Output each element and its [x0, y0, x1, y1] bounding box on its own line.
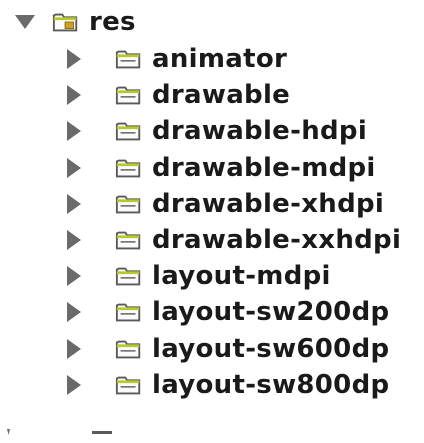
resource-folder-icon	[52, 10, 80, 34]
tree-item-label: layout-mdpi	[152, 261, 331, 292]
collapsed-triangle-icon[interactable]	[61, 227, 87, 253]
tree-item[interactable]: drawable-mdpi	[61, 151, 376, 185]
tree-item[interactable]: layout-mdpi	[61, 259, 331, 293]
tree-item-label: drawable-xhdpi	[152, 188, 385, 219]
tree-item[interactable]: layout-sw800dp	[61, 368, 389, 402]
collapsed-triangle-icon[interactable]	[61, 118, 87, 144]
tree-item[interactable]: animator	[61, 42, 287, 76]
tree-item[interactable]: drawable	[61, 78, 290, 112]
collapsed-triangle-icon[interactable]	[61, 82, 87, 108]
folder-icon	[115, 373, 143, 397]
folder-icon	[115, 47, 143, 71]
folder-icon	[115, 192, 143, 216]
tree-root-res[interactable]: res	[0, 5, 136, 39]
collapsed-triangle-icon[interactable]	[61, 299, 87, 325]
folder-icon	[115, 228, 143, 252]
tree-item[interactable]: drawable-xxhdpi	[61, 223, 401, 257]
tree-root-label: res	[89, 7, 136, 37]
collapsed-triangle-icon[interactable]	[61, 46, 87, 72]
tree-item-label: layout-sw200dp	[152, 297, 390, 328]
collapsed-triangle-icon[interactable]	[61, 191, 87, 217]
tree-item-label: drawable-mdpi	[152, 152, 376, 183]
expanded-triangle-icon[interactable]	[8, 9, 42, 35]
tree-item-label: layout-sw600dp	[152, 333, 390, 364]
collapsed-triangle-icon[interactable]	[61, 372, 87, 398]
tree-item-label: animator	[152, 44, 288, 74]
tree-item-label: drawable-hdpi	[152, 116, 368, 147]
tree-item[interactable]: drawable-xhdpi	[61, 187, 384, 221]
tree-item-label: drawable	[152, 80, 291, 111]
folder-icon	[115, 119, 143, 143]
tree-item[interactable]: layout-sw600dp	[61, 332, 389, 366]
tree-item[interactable]: drawable-hdpi	[61, 114, 367, 148]
tree-item-label: layout-sw800dp	[152, 369, 390, 400]
collapsed-triangle-icon[interactable]	[61, 263, 87, 289]
partial-next-row	[0, 424, 424, 436]
folder-icon	[115, 156, 143, 180]
folder-icon	[115, 264, 143, 288]
folder-icon	[115, 300, 143, 324]
tree-item[interactable]: layout-sw200dp	[61, 295, 389, 329]
collapsed-triangle-icon[interactable]	[61, 336, 87, 362]
collapsed-triangle-icon[interactable]	[61, 155, 87, 181]
tree-item-label: drawable-xxhdpi	[152, 225, 402, 255]
folder-icon	[115, 83, 143, 107]
folder-icon	[115, 337, 143, 361]
